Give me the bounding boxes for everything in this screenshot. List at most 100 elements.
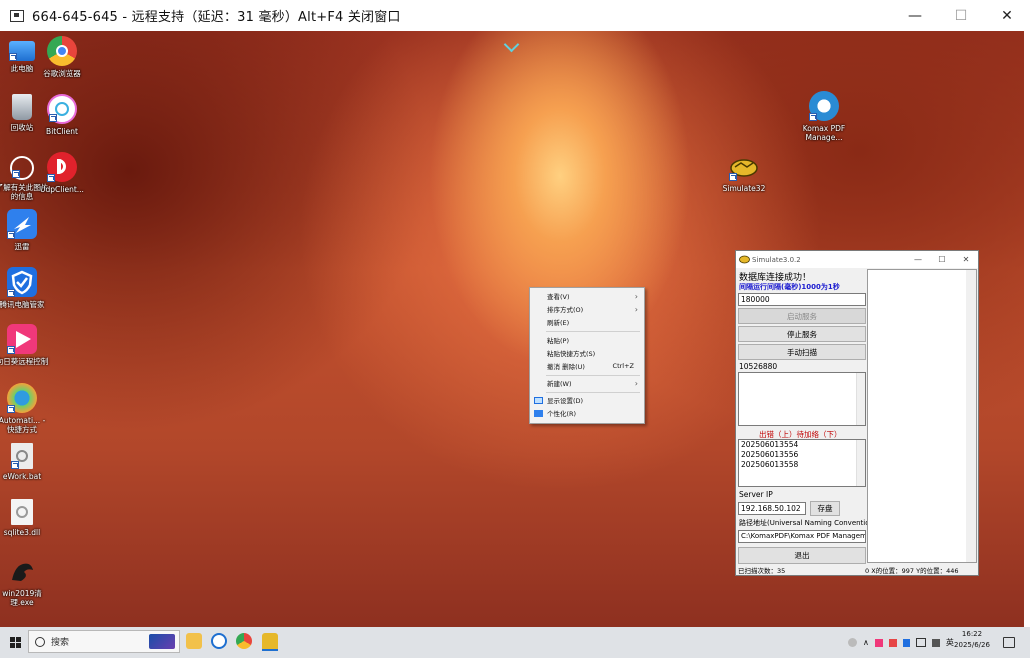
log-textarea[interactable] — [738, 372, 866, 426]
shield-icon — [7, 267, 37, 297]
context-item-refresh[interactable]: 刷新(E) — [530, 316, 644, 328]
info-circle-icon — [10, 156, 34, 180]
start-service-button[interactable]: 启动服务 — [738, 308, 866, 324]
desktop-icon-thunder[interactable]: 迅雷 — [0, 209, 50, 251]
desktop-icon-automation[interactable]: Automati... - 快捷方式 — [0, 383, 50, 434]
context-item-new[interactable]: 新建(W) › — [530, 377, 644, 389]
tray-sunlogin-icon[interactable] — [874, 638, 883, 647]
list-item[interactable]: 202506013556 — [739, 450, 865, 460]
tray-app-icon[interactable] — [848, 638, 857, 647]
simulate-taskbar-icon[interactable] — [262, 633, 278, 651]
sunlogin-icon — [7, 324, 37, 354]
exit-button[interactable]: 退出 — [738, 547, 866, 564]
manual-scan-button[interactable]: 手动扫描 — [738, 344, 866, 360]
recycle-bin-icon — [12, 94, 32, 120]
list-item[interactable]: 202506013554 — [739, 440, 865, 450]
chrome-taskbar-icon[interactable] — [236, 633, 252, 649]
path-input[interactable]: C:\KomaxPDF\Komax PDF Managem — [738, 530, 866, 543]
dll-file-icon — [11, 499, 33, 525]
simulate-window: Simulate3.0.2 — ☐ ✕ 数据库连接成功！ 间隔运行间隔(毫秒)1… — [735, 250, 979, 576]
remote-window-title: 664-645-645 - 远程支持（延迟：31 毫秒）Alt+F4 关闭窗口 — [32, 10, 401, 25]
desktop-icon-udpclient[interactable]: UdpClient... — [34, 152, 90, 194]
simulate-maximize-button[interactable]: ☐ — [930, 251, 954, 268]
simulate-minimize-button[interactable]: — — [906, 251, 930, 268]
display-settings-icon — [534, 397, 543, 404]
menu-separator — [546, 375, 640, 376]
personalize-icon — [534, 410, 543, 417]
clock-date: 2025/6/26 — [954, 641, 990, 649]
chevron-right-icon: › — [634, 304, 638, 314]
simulate-close-button[interactable]: ✕ — [954, 251, 978, 268]
search-highlight-icon — [149, 634, 175, 649]
remote-window-edge — [1024, 31, 1030, 627]
context-item-undo-delete[interactable]: 撤消 删除(U) Ctrl+Z — [530, 360, 644, 372]
remote-app-icon — [10, 9, 24, 22]
desktop[interactable]: 此电脑 回收站 了解有关此图片的信息 迅雷 腾讯电脑管家 向日葵远程控制 Aut… — [0, 31, 1024, 627]
desktop-icon-sunlogin[interactable]: 向日葵远程控制 — [0, 324, 50, 366]
status-scans: 已扫描次数：35 — [738, 567, 786, 575]
menu-separator — [546, 331, 640, 332]
bitclient-icon — [47, 94, 77, 124]
simulate-right-panel[interactable] — [867, 269, 977, 563]
scrollbar[interactable] — [856, 373, 865, 425]
interval-label: 间隔运行间隔(毫秒)1000为1秒 — [739, 283, 840, 291]
context-item-display-settings[interactable]: 显示设置(D) — [530, 394, 644, 406]
scrollbar[interactable] — [966, 270, 976, 562]
menu-separator — [546, 392, 640, 393]
desktop-icon-simulate32[interactable]: Simulate32 — [716, 151, 772, 193]
context-item-paste-shortcut[interactable]: 粘贴快捷方式(S) — [530, 347, 644, 359]
interval-input[interactable]: 180000 — [738, 293, 866, 306]
path-label: 路径地址(Universal Naming Conventio — [739, 519, 867, 527]
context-item-paste[interactable]: 粘贴(P) — [530, 334, 644, 346]
simulate-icon — [729, 151, 759, 181]
context-item-sort-by[interactable]: 排序方式(O) › — [530, 303, 644, 315]
tray-network-icon[interactable] — [888, 638, 897, 647]
tray-volume-icon[interactable] — [931, 638, 940, 647]
automation-icon — [7, 383, 37, 413]
desktop-icon-sqlite-dll[interactable]: sqlite3.dll — [0, 499, 50, 537]
list-item[interactable]: 202506013558 — [739, 460, 865, 470]
file-explorer-icon[interactable] — [186, 633, 202, 649]
desktop-context-menu: 查看(V) › 排序方式(O) › 刷新(E) 粘贴(P) 粘贴快捷方式(S) 撤消… — [529, 287, 645, 424]
tray-shield-icon[interactable] — [902, 638, 910, 647]
minimize-button[interactable]: — — [892, 0, 938, 31]
taskbar-clock[interactable]: 16:22 2025/6/26 — [950, 629, 994, 651]
system-tray: ∧ 英 — [848, 627, 954, 658]
browser-search-icon[interactable] — [211, 633, 227, 649]
context-item-personalize[interactable]: 个性化(R) — [530, 407, 644, 419]
computer-icon — [9, 41, 35, 61]
search-icon — [35, 636, 45, 647]
tray-remote-icon[interactable] — [915, 638, 926, 647]
server-ip-input[interactable]: 192.168.50.102 — [738, 502, 806, 515]
komax-pdf-icon — [809, 91, 839, 121]
udpclient-icon — [47, 152, 77, 182]
remote-toolbar-chevron-icon[interactable] — [503, 36, 520, 53]
search-placeholder: 搜索 — [51, 638, 70, 648]
chrome-icon — [47, 36, 77, 66]
server-ip-label: Server IP — [739, 490, 773, 499]
chevron-right-icon: › — [634, 378, 638, 388]
desktop-icon-komax-pdf[interactable]: Komax PDF Manage... — [796, 91, 852, 142]
status-bar: 已扫描次数：35 0 X的位置：997 Y的位置：446 — [737, 565, 978, 575]
desktop-icon-chrome[interactable]: 谷歌浏览器 — [34, 36, 90, 78]
pending-list[interactable]: 202506013554 202506013556 202506013558 — [738, 439, 866, 487]
tray-chevron-icon[interactable]: ∧ — [863, 638, 869, 647]
counter-value: 10526880 — [739, 362, 778, 371]
start-button[interactable] — [10, 637, 21, 648]
desktop-icon-ework-bat[interactable]: eWork.bat — [0, 443, 50, 481]
notification-icon[interactable] — [1003, 637, 1015, 648]
desktop-icon-win2019-cleaner[interactable]: win2019清理.exe — [0, 556, 50, 607]
simulate-window-title: Simulate3.0.2 — [752, 255, 801, 264]
maximize-button[interactable]: ☐ — [938, 0, 984, 31]
desktop-icon-bitclient[interactable]: BitClient — [34, 94, 90, 136]
remote-window-titlebar: 664-645-645 - 远程支持（延迟：31 毫秒）Alt+F4 关闭窗口 … — [0, 0, 1030, 31]
context-item-view[interactable]: 查看(V) › — [530, 290, 644, 302]
chevron-right-icon: › — [634, 291, 638, 301]
close-button[interactable]: ✕ — [984, 0, 1030, 31]
scrollbar[interactable] — [856, 440, 865, 486]
bat-file-icon — [11, 443, 33, 469]
save-button[interactable]: 存盘 — [810, 501, 840, 516]
desktop-icon-tencent-manager[interactable]: 腾讯电脑管家 — [0, 267, 50, 309]
stop-service-button[interactable]: 停止服务 — [738, 326, 866, 342]
taskbar-search-box[interactable]: 搜索 — [28, 630, 180, 653]
